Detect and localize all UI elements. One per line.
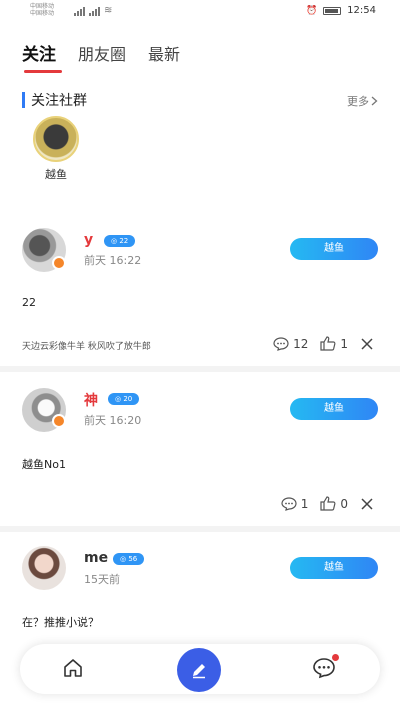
like-count: 1 bbox=[340, 336, 348, 351]
compose-icon bbox=[193, 664, 205, 679]
post-time: 前天 16:22 bbox=[84, 254, 142, 267]
comment-count: 12 bbox=[293, 336, 309, 351]
unread-dot bbox=[332, 654, 339, 661]
alarm-icon: ⏰ bbox=[305, 5, 318, 16]
like-button[interactable]: 1 bbox=[320, 336, 348, 351]
clock: 12:54 bbox=[347, 5, 376, 16]
comment-icon bbox=[273, 336, 289, 351]
active-tab-indicator bbox=[24, 70, 62, 73]
avatar[interactable] bbox=[22, 546, 66, 590]
post-time: 15天前 bbox=[84, 573, 120, 586]
like-count: 0 bbox=[340, 496, 348, 511]
community-item[interactable]: 越鱼 bbox=[33, 116, 79, 182]
chevron-right-icon bbox=[371, 96, 378, 106]
message-button[interactable] bbox=[312, 654, 339, 683]
post-time: 前天 16:20 bbox=[84, 414, 142, 427]
username[interactable]: y bbox=[84, 232, 93, 248]
more-link[interactable]: 更多 bbox=[347, 93, 378, 109]
post-tags: 天边云彩像牛羊 秋风吹了放牛郎 bbox=[22, 342, 151, 352]
comment-count: 1 bbox=[300, 496, 309, 511]
home-icon bbox=[64, 659, 82, 677]
level-badge: ◎ 56 bbox=[113, 553, 145, 565]
fire-badge-icon bbox=[52, 256, 66, 270]
close-icon bbox=[361, 497, 373, 510]
username[interactable]: me bbox=[84, 550, 108, 566]
username[interactable]: 神 bbox=[84, 390, 98, 410]
level-badge: ◎ 20 bbox=[108, 393, 140, 405]
status-bar: 中国移动 中国移动 ≋ ⏰ 12:54 bbox=[0, 0, 400, 24]
section-accent-bar bbox=[22, 92, 25, 108]
like-button[interactable]: 0 bbox=[320, 496, 348, 511]
bottom-navigation bbox=[20, 644, 380, 694]
section-title: 关注社群 bbox=[31, 93, 87, 109]
post-actions: 12 1 bbox=[273, 336, 374, 351]
post-divider bbox=[0, 366, 400, 372]
post-content: 22 bbox=[22, 296, 36, 309]
message-icon bbox=[313, 658, 335, 679]
level-badge: ◎ 22 bbox=[104, 235, 136, 247]
more-label: 更多 bbox=[347, 95, 369, 108]
level-value: 20 bbox=[123, 395, 133, 403]
community-name: 越鱼 bbox=[45, 168, 67, 181]
group-button[interactable]: 越鱼 bbox=[290, 557, 378, 579]
post-content: 在？推推小说？ bbox=[22, 616, 99, 629]
tab-latest[interactable]: 最新 bbox=[148, 41, 180, 65]
tab-friends-circle[interactable]: 朋友圈 bbox=[78, 41, 126, 65]
post-content: 越鱼No1 bbox=[22, 458, 66, 471]
wifi-icon: ≋ bbox=[104, 5, 113, 16]
level-value: 22 bbox=[119, 237, 129, 245]
group-button[interactable]: 越鱼 bbox=[290, 398, 378, 420]
comment-button[interactable]: 12 bbox=[273, 337, 308, 351]
carrier-2: 中国移动 bbox=[30, 10, 55, 17]
thumbs-up-icon bbox=[320, 496, 336, 511]
fire-badge-icon bbox=[52, 414, 66, 428]
comment-icon bbox=[281, 496, 297, 511]
carrier-1: 中国移动 bbox=[30, 3, 55, 10]
top-tabs: 关注 朋友圈 最新 bbox=[22, 40, 180, 65]
carrier-labels: 中国移动 中国移动 bbox=[30, 3, 54, 17]
signal-indicators: ≋ bbox=[74, 6, 112, 16]
post-divider bbox=[0, 526, 400, 532]
post-actions: 1 0 bbox=[281, 496, 374, 511]
dismiss-button[interactable] bbox=[360, 497, 374, 511]
signal-icon bbox=[89, 7, 100, 16]
community-avatar bbox=[33, 116, 79, 162]
compose-button[interactable] bbox=[177, 648, 221, 692]
battery-icon bbox=[323, 6, 342, 15]
followed-communities-header: 关注社群 bbox=[22, 90, 87, 110]
dismiss-button[interactable] bbox=[360, 337, 374, 351]
level-value: 56 bbox=[128, 555, 138, 563]
group-button[interactable]: 越鱼 bbox=[290, 238, 378, 260]
comment-button[interactable]: 1 bbox=[281, 496, 309, 511]
tab-following[interactable]: 关注 bbox=[22, 40, 56, 65]
thumbs-up-icon bbox=[320, 336, 336, 351]
signal-icon bbox=[74, 7, 85, 16]
status-right: ⏰ 12:54 bbox=[306, 5, 376, 16]
close-icon bbox=[361, 337, 373, 350]
home-button[interactable] bbox=[62, 657, 84, 683]
